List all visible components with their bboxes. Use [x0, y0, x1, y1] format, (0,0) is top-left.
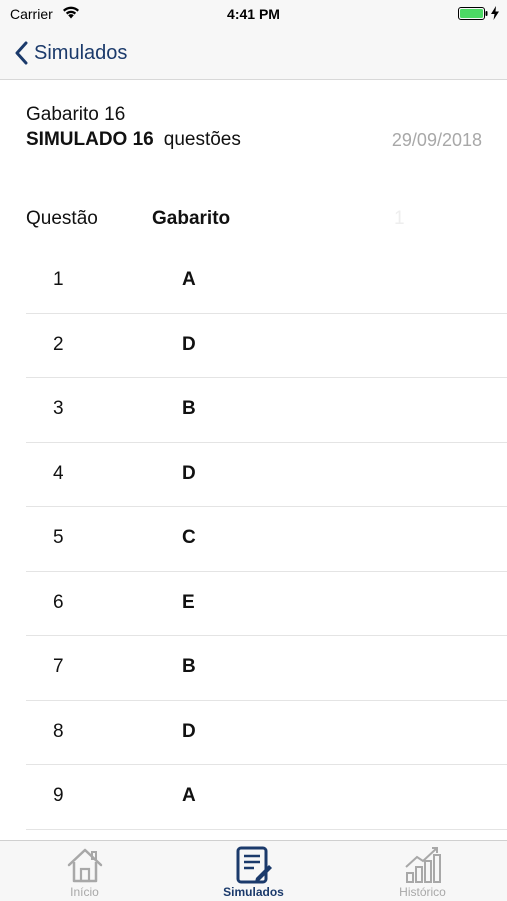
answer-row: 2 D	[26, 314, 507, 378]
column-header-faint: 1	[394, 208, 405, 229]
question-number: 8	[53, 720, 64, 742]
answer-letter: E	[182, 591, 195, 613]
question-number: 2	[53, 333, 64, 355]
answer-row: 5 C	[26, 507, 507, 572]
tab-simulados[interactable]: Simulados	[169, 841, 338, 901]
column-headers: Questão Gabarito 1	[26, 208, 507, 232]
question-number: 1	[53, 269, 64, 290]
status-time: 4:41 PM	[227, 6, 280, 22]
exam-name: SIMULADO 16	[26, 129, 154, 150]
column-header-gabarito: Gabarito	[152, 208, 231, 229]
answer-letter: A	[182, 269, 196, 290]
answer-row: 7 B	[26, 636, 507, 701]
answer-row: 9 A	[26, 765, 507, 830]
answer-letter: D	[182, 720, 196, 742]
question-number: 6	[53, 591, 64, 613]
answer-row: 3 B	[26, 378, 507, 443]
answer-row: 1 A	[26, 249, 507, 314]
chevron-left-icon	[15, 41, 28, 65]
answer-letter: C	[182, 527, 196, 548]
answer-letter: D	[182, 462, 196, 484]
back-button[interactable]: Simulados	[14, 38, 127, 68]
document-edit-icon	[236, 846, 272, 884]
tab-inicio[interactable]: Início	[0, 841, 169, 901]
answer-row: 4 D	[26, 443, 507, 507]
bar-chart-icon	[404, 847, 441, 883]
navigation-bar: Simulados	[0, 28, 507, 80]
answer-letter: D	[182, 333, 196, 355]
question-number: 3	[53, 398, 64, 419]
tab-bar: Início Simulados Histórico	[0, 840, 507, 901]
exam-info-row: SIMULADO 16 questões 29/09/2018	[26, 129, 482, 155]
question-number: 7	[53, 656, 64, 677]
home-icon	[67, 848, 102, 883]
status-bar: Carrier 4:41 PM	[0, 0, 507, 28]
battery-icon	[458, 7, 488, 20]
question-number: 4	[53, 462, 64, 484]
answer-list: 1 A 2 D 3 B 4 D 5 C 6 E 7 B 8 D 9 A	[26, 249, 507, 830]
answer-row: 6 E	[26, 572, 507, 636]
tab-label: Início	[70, 885, 99, 899]
column-header-questao: Questão	[26, 208, 98, 229]
answer-letter: A	[182, 785, 196, 806]
exam-date: 29/09/2018	[391, 130, 482, 150]
questions-label: questões	[163, 129, 241, 150]
page-title: Gabarito 16	[26, 104, 126, 125]
exam-header: Gabarito 16 SIMULADO 16 questões 29/09/20…	[26, 104, 482, 155]
question-number: 5	[53, 527, 64, 548]
charging-bolt-icon	[491, 6, 499, 20]
answer-letter: B	[182, 656, 196, 677]
tab-label: Simulados	[223, 885, 284, 899]
answer-letter: B	[182, 398, 196, 419]
answer-row: 8 D	[26, 701, 507, 765]
back-label: Simulados	[34, 41, 128, 64]
question-number: 9	[53, 785, 64, 806]
tab-label: Histórico	[399, 885, 446, 899]
tab-historico[interactable]: Histórico	[338, 841, 507, 901]
